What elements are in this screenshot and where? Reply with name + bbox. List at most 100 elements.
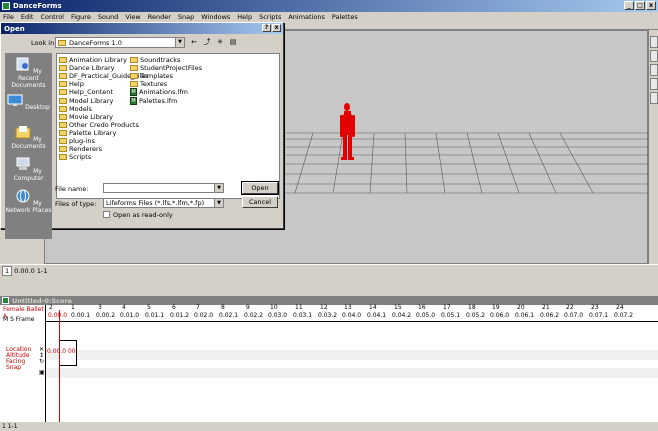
menu-render[interactable]: Render (148, 13, 171, 21)
chevron-down-icon[interactable]: ▼ (175, 38, 184, 47)
my-computer-icon (16, 157, 30, 170)
new-folder-icon[interactable]: ✳ (215, 37, 225, 47)
app-title-bar[interactable]: DanceForms _ □ x (0, 0, 658, 12)
frame-mark: 17 (443, 304, 451, 311)
tool-slot[interactable] (650, 64, 658, 76)
desktop-icon (7, 94, 23, 106)
menu-snap[interactable]: Snap (178, 13, 194, 21)
status-text: 0.00.0 1-1 (14, 266, 48, 275)
place-recent[interactable]: My Recent Documents (5, 57, 52, 89)
place-my-documents[interactable]: My Documents (5, 125, 52, 150)
menu-file[interactable]: File (3, 13, 14, 21)
time-mark: 0.00.1 (71, 312, 91, 319)
menu-palettes[interactable]: Palettes (332, 13, 358, 21)
look-in-value: DanceForms 1.0 (69, 38, 122, 47)
file-name-label: File name: (55, 185, 89, 193)
maximize-button[interactable]: □ (635, 1, 645, 10)
list-item[interactable]: Palette Library (59, 129, 149, 137)
place-my-computer[interactable]: My Computer (5, 157, 52, 182)
folder-icon (58, 39, 66, 46)
time-mark: 0.03.2 (318, 312, 338, 319)
frame-mark: 4 (122, 304, 126, 311)
up-folder-icon[interactable]: ⤴ (202, 37, 212, 47)
list-item[interactable]: Textures (130, 80, 202, 88)
dancer-figure[interactable] (340, 103, 355, 160)
place-desktop[interactable]: Desktop (5, 93, 52, 111)
file-list[interactable]: Animation Library Dance Library DF_Pract… (56, 53, 280, 199)
dialog-help-button[interactable]: ? (262, 24, 271, 32)
list-item[interactable]: Soundtracks (130, 56, 202, 64)
menu-control[interactable]: Control (40, 13, 64, 21)
menu-edit[interactable]: Edit (21, 13, 34, 21)
tool-slot[interactable] (650, 50, 658, 62)
frame-mark: 19 (492, 304, 500, 311)
folder-icon (59, 105, 67, 112)
score-window: Untitled-0:Score Female Ballet A M S Fra… (0, 296, 658, 431)
list-item[interactable]: StudentProjectFiles (130, 64, 202, 72)
tool-slot[interactable] (650, 92, 658, 104)
time-ruler[interactable]: 2 1 3 4 5 6 7 8 9 10 11 12 13 14 15 16 1… (46, 304, 658, 322)
list-item[interactable]: Templates (130, 72, 202, 80)
time-mark: 0.05.1 (441, 312, 461, 319)
time-mark: 0.04.0 (342, 312, 362, 319)
time-mark: 0.01.0 (120, 312, 140, 319)
app-title: DanceForms (13, 2, 62, 10)
frame-mark: 14 (369, 304, 377, 311)
score-status-bar: 1 1-1 (0, 422, 658, 431)
list-item[interactable]: Renderers (59, 145, 149, 153)
menu-scripts[interactable]: Scripts (259, 13, 281, 21)
tool-slot[interactable] (650, 36, 658, 48)
tool-slot[interactable] (650, 78, 658, 90)
menu-help[interactable]: Help (237, 13, 252, 21)
folder-icon (59, 121, 67, 128)
list-item[interactable]: M Palettes.lfm (130, 96, 202, 105)
file-name-field[interactable]: ▼ (103, 183, 224, 193)
frame-mark: 6 (172, 304, 176, 311)
view-menu-icon[interactable]: ▤ (228, 37, 238, 47)
minimize-button[interactable]: _ (624, 1, 634, 10)
dialog-title-bar[interactable]: Open ? x (1, 23, 283, 34)
place-my-network[interactable]: My Network Places (5, 189, 52, 214)
list-item[interactable]: Movie Library (59, 113, 149, 121)
menu-sound[interactable]: Sound (98, 13, 118, 21)
frame-mark: 24 (616, 304, 624, 311)
rotate-icon[interactable]: ↻ (39, 358, 44, 365)
close-button[interactable]: x (646, 1, 656, 10)
score-track-row[interactable] (46, 368, 658, 378)
frame-mark: 23 (591, 304, 599, 311)
folder-icon (59, 73, 67, 80)
files-of-type-select[interactable]: Lifeforms Files (*.lfs,*.lfm,*.fp) ▼ (103, 198, 224, 208)
prop-snap[interactable]: Snap (6, 364, 21, 371)
menu-animations[interactable]: Animations (288, 13, 325, 21)
menu-bar: File Edit Control Figure Sound View Rend… (0, 12, 658, 22)
dialog-close-button[interactable]: x (272, 24, 281, 32)
playhead-line[interactable] (59, 310, 60, 422)
look-in-select[interactable]: DanceForms 1.0 ▼ (55, 37, 185, 48)
list-item[interactable]: Models (59, 105, 149, 113)
time-mark: 0.03.0 (268, 312, 288, 319)
list-item[interactable]: plug-ins (59, 137, 149, 145)
chevron-down-icon[interactable]: ▼ (214, 184, 223, 192)
ms-frame-header: M S Frame (3, 316, 35, 323)
read-only-label: Open as read-only (113, 211, 173, 219)
cancel-button[interactable]: Cancel (242, 196, 278, 208)
score-title: Untitled-0:Score (12, 296, 73, 305)
back-icon[interactable]: ← (189, 37, 199, 47)
keyframe-value: 0.00.0 00 (47, 348, 76, 355)
menu-windows[interactable]: Windows (201, 13, 230, 21)
menu-view[interactable]: View (125, 13, 140, 21)
chevron-down-icon[interactable]: ▼ (214, 199, 223, 207)
playhead-label: 0.00.0 (48, 312, 68, 319)
snap-icon[interactable]: ▣ (39, 369, 45, 376)
frame-mark: 20 (517, 304, 525, 311)
list-item[interactable]: M Animations.lfm (130, 88, 202, 97)
read-only-checkbox[interactable] (103, 211, 110, 218)
menu-figure[interactable]: Figure (71, 13, 91, 21)
time-mark: 0.04.1 (367, 312, 387, 319)
score-track-row[interactable] (46, 350, 658, 360)
list-item[interactable]: Scripts (59, 153, 149, 161)
list-item[interactable]: Other Credo Products (59, 121, 149, 129)
folder-icon (59, 65, 67, 72)
open-button[interactable]: Open (241, 181, 279, 195)
time-mark: 0.05.2 (466, 312, 486, 319)
